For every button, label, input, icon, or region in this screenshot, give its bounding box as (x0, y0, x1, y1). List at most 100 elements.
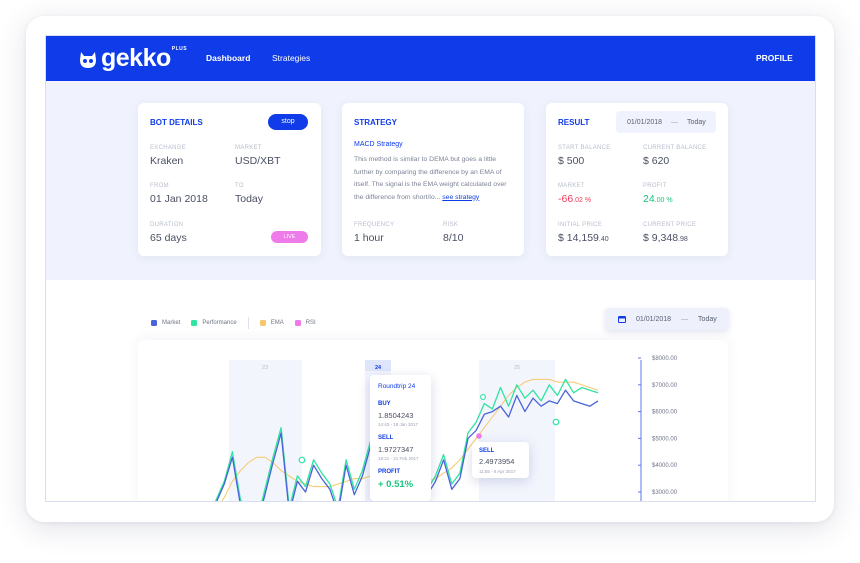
sell-value: 1.9727347 (378, 445, 414, 454)
nav-link-strategies[interactable]: Strategies (272, 53, 310, 63)
chart-date-separator: — (681, 315, 689, 323)
legend-item-rsi[interactable]: RSI (294, 320, 316, 326)
y-tick-label: $3000.00 (652, 490, 678, 496)
y-tick-label: $7000.00 (652, 383, 678, 389)
result-date-range[interactable]: 01/01/2018 — Today (616, 111, 716, 133)
buy-time: 14:43 - 18 Jan 2017 (378, 422, 419, 427)
legend-label: Performance (202, 320, 237, 326)
bot-details-card: BOT DETAILS stop EXCHANGE Kraken MARKET … (138, 103, 321, 256)
x-period-label: 23 (262, 365, 268, 371)
profit-label: PROFIT (378, 469, 400, 475)
legend-item-performance[interactable]: Performance (191, 320, 237, 326)
market-value: USD/XBT (235, 155, 281, 167)
profit-value: 24.00 % (643, 193, 673, 205)
trade-marker (480, 394, 486, 400)
y-tick-label: $5000.00 (652, 436, 678, 442)
strategy-card: STRATEGY MACD Strategy This method is si… (342, 103, 524, 256)
summary-section: BOT DETAILS stop EXCHANGE Kraken MARKET … (46, 81, 815, 280)
result-date-separator: — (671, 118, 679, 126)
strategy-description-text: This method is similar to DEMA but goes … (354, 156, 507, 201)
chart-date-to: Today (698, 315, 717, 323)
gekko-mascot-icon (80, 52, 96, 68)
result-title: RESULT (558, 118, 590, 127)
strategy-name: MACD Strategy (354, 141, 403, 148)
roundtrip-tooltip: Roundtrip 24 BUY 1.8504243 14:43 - 18 Ja… (370, 375, 431, 501)
from-value: 01 Jan 2018 (150, 193, 208, 205)
to-value: Today (235, 193, 264, 205)
chart-legend: Market Performance EMA RSI (151, 317, 327, 329)
legend-label: EMA (270, 320, 284, 326)
strategy-title: STRATEGY (354, 118, 397, 127)
sell-time: 11:55 - 8 Apr 2017 (479, 469, 516, 474)
sell-label: SELL (378, 435, 394, 441)
current-price-label: CURRENT PRICE (643, 222, 697, 228)
roundtrip-title: Roundtrip 24 (378, 383, 416, 390)
profit-value: + 0.51% (378, 479, 414, 490)
sell-marker (476, 433, 482, 439)
chart-date-range[interactable]: 01/01/2018 — Today (605, 308, 729, 330)
calendar-icon (618, 316, 626, 323)
legend-label: RSI (305, 320, 316, 326)
trade-marker (552, 418, 560, 426)
market-label: MARKET (235, 145, 262, 151)
sell-value: 2.4973954 (479, 457, 515, 466)
market-change-label: MARKET (558, 183, 585, 189)
logo[interactable]: gekko PLUS (78, 44, 187, 72)
profit-label: PROFIT (643, 183, 667, 189)
to-label: TO (235, 183, 244, 189)
duration-label: DURATION (150, 222, 184, 228)
sell-tooltip: SELL 2.4973954 11:55 - 8 Apr 2017 (472, 442, 529, 478)
result-date-to: Today (687, 118, 706, 126)
frequency-value: 1 hour (354, 232, 384, 244)
bot-details-title: BOT DETAILS (150, 118, 203, 127)
legend-item-ema[interactable]: EMA (259, 320, 284, 326)
sell-label: SELL (479, 448, 495, 454)
chart-date-from: 01/01/2018 (636, 315, 672, 323)
live-status-badge: LIVE (271, 231, 308, 243)
period-band (479, 360, 555, 501)
legend-divider (247, 317, 249, 329)
exchange-value: Kraken (150, 155, 184, 167)
buy-marker (298, 456, 306, 464)
app-screen: gekko PLUS Dashboard Strategies PROFILE … (45, 35, 816, 502)
price-chart-card: 23 24 25 $8000.00 $7000.00 $6000.00 $5000.00 $4… (138, 340, 728, 502)
legend-label: Market (162, 320, 181, 326)
start-balance-label: START BALANCE (558, 145, 611, 151)
period-band (229, 360, 302, 501)
y-tick-label: $6000.00 (652, 410, 678, 416)
from-label: FROM (150, 183, 169, 189)
price-chart[interactable]: 23 24 25 $8000.00 $7000.00 $6000.00 $5000.00 $4… (138, 340, 728, 502)
top-navbar: gekko PLUS Dashboard Strategies PROFILE (46, 36, 815, 81)
initial-price-label: INITIAL PRICE (558, 222, 603, 228)
current-balance-label: CURRENT BALANCE (643, 145, 707, 151)
start-balance-value: $ 500 (558, 155, 585, 167)
result-card: RESULT 01/01/2018 — Today START BALANCE … (546, 103, 728, 256)
y-tick-label: $8000.00 (652, 356, 678, 362)
risk-value: 8/10 (443, 232, 464, 244)
nav-link-dashboard[interactable]: Dashboard (206, 53, 250, 63)
strategy-description: This method is similar to DEMA but goes … (354, 154, 512, 204)
initial-price-value: $ 14,159.40 (558, 232, 609, 244)
see-strategy-link[interactable]: see strategy (442, 194, 479, 201)
exchange-label: EXCHANGE (150, 145, 187, 151)
legend-item-market[interactable]: Market (151, 320, 180, 326)
y-tick-label: $4000.00 (652, 463, 678, 469)
risk-label: RISK (443, 222, 459, 228)
current-balance-value: $ 620 (643, 155, 670, 167)
x-period-label: 25 (514, 365, 520, 371)
logo-text: gekko (101, 44, 171, 72)
market-change-value: -66.02 % (558, 193, 592, 205)
stop-button[interactable]: stop (268, 114, 308, 130)
performance-swatch (191, 320, 198, 326)
rsi-swatch (294, 320, 301, 326)
frequency-label: FREQUENCY (354, 222, 395, 228)
buy-value: 1.8504243 (378, 411, 414, 420)
market-swatch (151, 320, 157, 326)
duration-value: 65 days (150, 232, 187, 244)
result-date-from: 01/01/2018 (627, 118, 663, 126)
buy-label: BUY (378, 401, 391, 407)
x-period-label: 24 (375, 365, 382, 371)
logo-plus-badge: PLUS (171, 46, 188, 52)
current-price-value: $ 9,348.98 (643, 232, 688, 244)
nav-link-profile[interactable]: PROFILE (756, 53, 793, 63)
